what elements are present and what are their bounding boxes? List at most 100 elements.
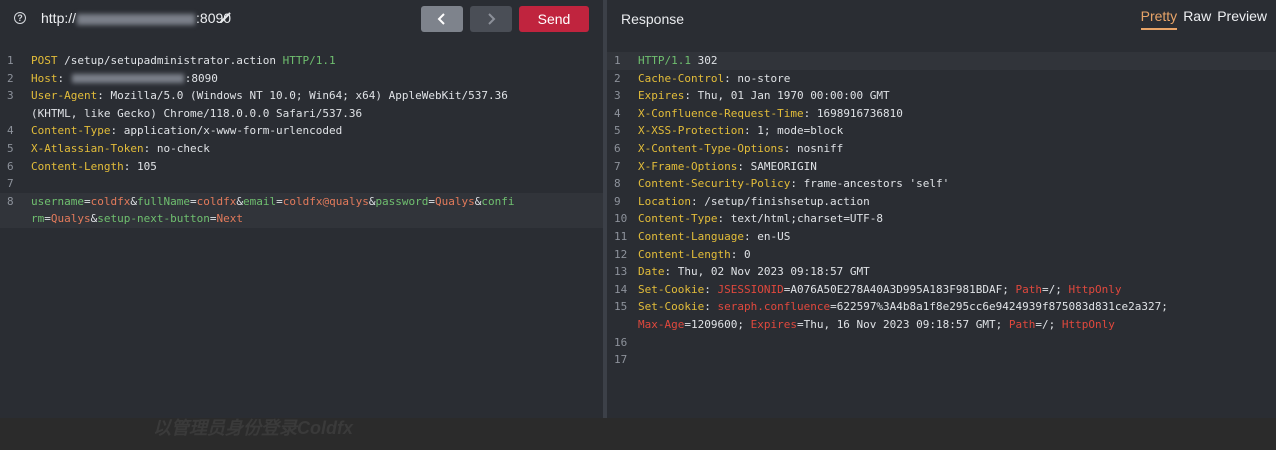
line-content: Content-Type: text/html;charset=UTF-8 <box>638 210 883 228</box>
send-button[interactable]: Send <box>519 6 589 32</box>
chevron-left-icon <box>437 13 445 25</box>
tab-pretty[interactable]: Pretty <box>1140 8 1178 30</box>
code-token: = <box>44 212 51 226</box>
code-token: Expires <box>638 89 685 103</box>
code-token: (KHTML, like Gecko) Chrome/118.0.0.0 Saf… <box>31 106 363 120</box>
code-token: : nosniff <box>783 141 844 155</box>
line-number: 15 <box>614 300 628 314</box>
back-button[interactable] <box>421 6 463 32</box>
tab-raw[interactable]: Raw <box>1183 8 1211 24</box>
redacted-host <box>77 13 196 25</box>
line-number: 2 <box>614 71 621 85</box>
code-token: fullName <box>136 194 190 208</box>
code-token: : <box>704 300 718 314</box>
code-token: HTTP/1.1 <box>282 54 336 67</box>
request-pane: ? http://:8090 Send 1 POST /setup/setupad… <box>0 0 603 418</box>
line-number: 3 <box>614 89 621 103</box>
line-content: (KHTML, like Gecko) Chrome/118.0.0.0 Saf… <box>31 105 362 123</box>
line-number: 9 <box>614 194 621 208</box>
code-line: 4 Content-Type: application/x-www-form-ur… <box>0 122 603 140</box>
code-token: : no-check <box>143 141 210 155</box>
response-pane: Response Pretty Raw Preview 1 HTTP/1.1 302 2… <box>607 0 1276 418</box>
code-line: 14 Set-Cookie: JSESSIONID=A076A50E278A40A… <box>607 281 1276 299</box>
code-token: : Thu, 01 Jan 1970 00:00:00 GMT <box>684 89 890 103</box>
forward-button[interactable] <box>470 6 512 32</box>
code-token: 302 <box>690 54 718 67</box>
code-line: rm=Qualys&setup-next-button=Next <box>0 210 603 228</box>
code-line: 6 Content-Length: 105 <box>0 158 603 176</box>
code-token: : 1698916736810 <box>803 106 903 120</box>
code-token: Cache-Control <box>638 71 725 85</box>
code-token: Max-Age <box>638 317 685 331</box>
code-token: : <box>57 71 71 85</box>
code-token: : en-US <box>743 229 791 243</box>
code-token: =/; <box>1035 317 1062 331</box>
code-line: 8 username=coldfx&fullName=coldfx&email=c… <box>0 192 603 211</box>
line-content: Content-Length: 0 <box>638 246 751 264</box>
line-content: Set-Cookie: JSESSIONID=A076A50E278A40A3D… <box>638 281 1122 299</box>
line-number: 7 <box>614 159 621 173</box>
target-url[interactable]: http://:8090 <box>41 10 231 26</box>
line-number: 8 <box>7 194 14 208</box>
code-line: 17 <box>607 351 1276 369</box>
code-token: coldfx <box>90 194 131 208</box>
line-content: HTTP/1.1 302 <box>638 52 717 70</box>
code-token: X-Confluence-Request-Time <box>638 106 804 120</box>
line-content: Date: Thu, 02 Nov 2023 09:18:57 GMT <box>638 263 870 281</box>
code-token: = <box>276 194 283 208</box>
code-token: =Thu, 16 Nov 2023 09:18:57 GMT; <box>796 317 1009 331</box>
line-number: 2 <box>7 71 14 85</box>
code-token: Location <box>638 194 691 208</box>
code-line: 7 X-Frame-Options: SAMEORIGIN <box>607 158 1276 176</box>
code-token: : 105 <box>123 159 157 173</box>
response-header: Response Pretty Raw Preview <box>607 0 1276 38</box>
code-token: : application/x-www-form-urlencoded <box>110 124 343 138</box>
code-line: (KHTML, like Gecko) Chrome/118.0.0.0 Saf… <box>0 105 603 123</box>
code-token: Qualys <box>50 212 91 226</box>
code-token: HttpOnly <box>1061 317 1115 331</box>
code-token: Content-Type <box>31 124 111 138</box>
code-token: : 0 <box>730 247 751 261</box>
request-editor[interactable]: 1 POST /setup/setupadministrator.action H… <box>0 52 603 228</box>
code-token: =/; <box>1042 282 1069 296</box>
line-number: 10 <box>614 212 628 226</box>
line-number: 4 <box>7 124 14 138</box>
code-token: rm <box>31 212 45 226</box>
line-number <box>607 316 638 334</box>
code-token: password <box>375 194 429 208</box>
line-content: Content-Security-Policy: frame-ancestors… <box>638 175 949 193</box>
code-token: Content-Type <box>638 212 718 226</box>
code-token: POST <box>31 54 58 67</box>
tab-preview[interactable]: Preview <box>1217 8 1267 24</box>
code-token: HTTP/1.1 <box>638 54 691 67</box>
help-icon[interactable]: ? <box>14 12 26 24</box>
line-number: 13 <box>614 265 628 279</box>
line-number: 11 <box>614 229 628 243</box>
edit-pencil-icon[interactable] <box>217 9 233 25</box>
code-line: 10 Content-Type: text/html;charset=UTF-8 <box>607 210 1276 228</box>
code-token: Set-Cookie <box>638 300 705 314</box>
code-line: 11 Content-Language: en-US <box>607 228 1276 246</box>
response-editor[interactable]: 1 HTTP/1.1 302 2 Cache-Control: no-store 3 Ex… <box>607 52 1276 369</box>
code-line: 2 Host: :8090 <box>0 70 603 88</box>
line-number: 1 <box>7 54 14 67</box>
code-line: 5 X-XSS-Protection: 1; mode=block <box>607 122 1276 140</box>
code-line: 5 X-Atlassian-Token: no-check <box>0 140 603 158</box>
code-token: =622597%3A4b8a1f8e295cc6e9424939f875083d… <box>830 300 1168 314</box>
line-content: rm=Qualys&setup-next-button=Next <box>31 210 243 228</box>
line-number: 14 <box>614 282 628 296</box>
line-number: 8 <box>614 177 621 191</box>
line-number <box>0 210 31 228</box>
code-token: /setup/setupadministrator.action <box>57 54 283 67</box>
code-token: X-XSS-Protection <box>638 124 744 138</box>
code-token: = <box>83 194 91 208</box>
code-token: coldfx@qualys <box>282 194 369 208</box>
code-token: =A076A50E278A40A3D995A183F981BDAF; <box>783 282 1016 296</box>
line-content: X-Frame-Options: SAMEORIGIN <box>638 158 817 176</box>
line-content: Content-Type: application/x-www-form-url… <box>31 122 342 140</box>
code-token: : /setup/finishsetup.action <box>690 194 870 208</box>
code-line: 7 <box>0 175 603 193</box>
burp-repeater: ? http://:8090 Send 1 POST /setup/setupad… <box>0 0 1276 418</box>
line-content: X-Atlassian-Token: no-check <box>31 140 210 158</box>
code-token: Path <box>1008 317 1036 331</box>
